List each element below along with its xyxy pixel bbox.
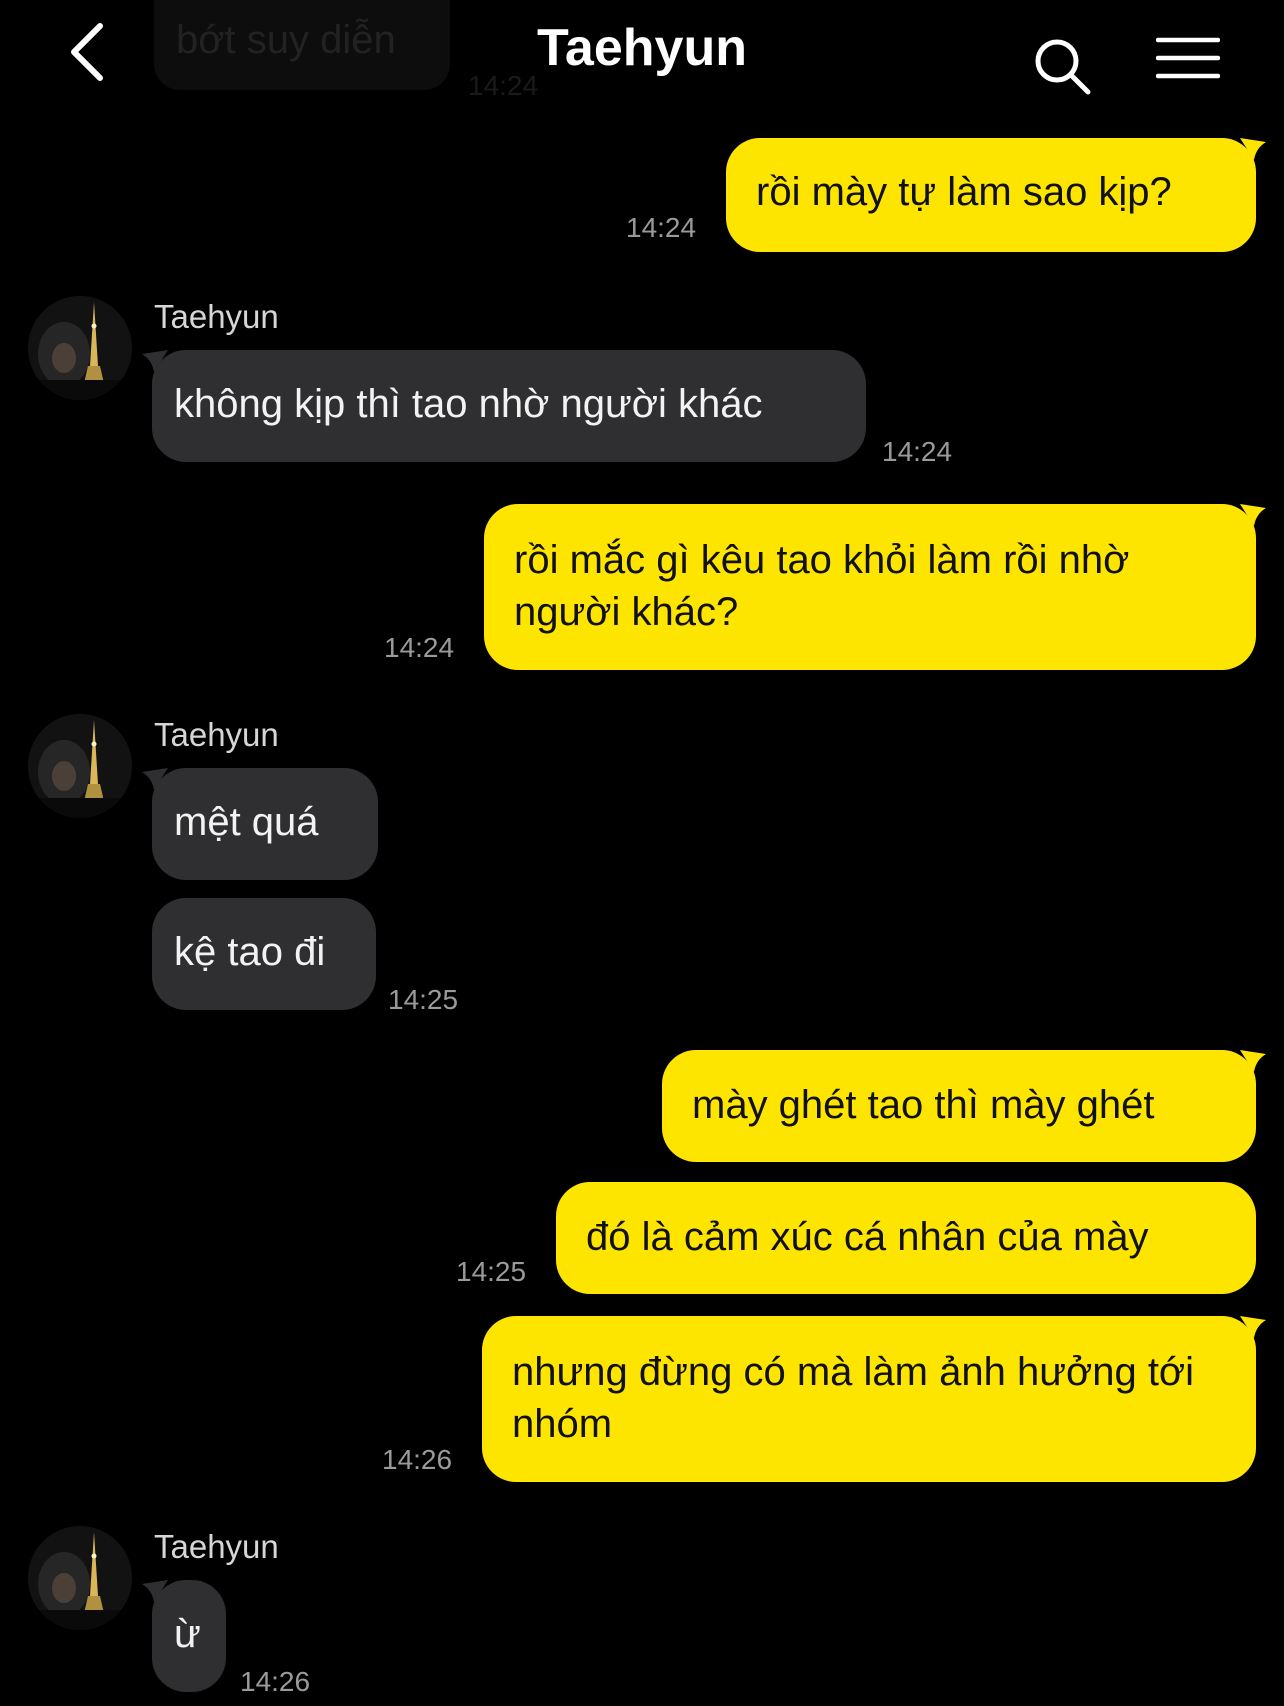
sender-name: Taehyun bbox=[154, 298, 279, 335]
bubble-tail bbox=[1240, 1316, 1266, 1338]
message-time: 14:26 bbox=[240, 1666, 311, 1697]
my-message-bubble[interactable]: đó là cảm xúc cá nhân của mày bbox=[556, 1182, 1256, 1294]
message-text: mày ghét tao thì mày ghét bbox=[692, 1083, 1155, 1127]
sender-name: Taehyun bbox=[154, 1528, 279, 1565]
message-time: 14:25 bbox=[456, 1256, 527, 1287]
my-message-bubble[interactable]: rồi mày tự làm sao kịp? bbox=[726, 138, 1256, 252]
search-icon bbox=[1035, 39, 1091, 95]
avatar-photo bbox=[28, 1526, 132, 1630]
message-time: 14:24 bbox=[626, 212, 697, 243]
bubble-tail bbox=[1240, 138, 1266, 160]
my-message-bubble[interactable]: mày ghét tao thì mày ghét bbox=[662, 1050, 1256, 1162]
avatar[interactable] bbox=[28, 714, 132, 818]
avatar-photo bbox=[28, 714, 132, 818]
avatar[interactable] bbox=[28, 296, 132, 400]
message-time: 14:24 bbox=[384, 632, 455, 663]
hamburger-menu-icon bbox=[1155, 37, 1221, 79]
sender-name: Taehyun bbox=[154, 716, 279, 753]
message-time: 14:24 bbox=[882, 436, 953, 467]
message-text: không kịp thì tao nhờ người khác bbox=[174, 382, 763, 426]
message-text: rồi mày tự làm sao kịp? bbox=[756, 170, 1172, 214]
search-button[interactable] bbox=[1032, 36, 1094, 98]
their-message-bubble[interactable]: mệt quá bbox=[152, 768, 378, 880]
my-message-bubble[interactable]: nhưng đừng có mà làm ảnh hưởng tới nhóm bbox=[482, 1316, 1256, 1482]
avatar-photo bbox=[28, 296, 132, 400]
message-text: rồi mắc gì kêu tao khỏi làm rồi nhờ ngườ… bbox=[514, 538, 1130, 634]
their-message-bubble[interactable]: không kịp thì tao nhờ người khác bbox=[152, 350, 866, 462]
message-text: nhưng đừng có mà làm ảnh hưởng tới nhóm bbox=[512, 1350, 1195, 1446]
menu-button[interactable] bbox=[1155, 36, 1221, 88]
my-message-bubble[interactable]: rồi mắc gì kêu tao khỏi làm rồi nhờ ngườ… bbox=[484, 504, 1256, 670]
message-text: mệt quá bbox=[174, 800, 319, 844]
their-message-bubble[interactable]: ừ bbox=[152, 1580, 226, 1692]
their-message-bubble[interactable]: kệ tao đi bbox=[152, 898, 376, 1010]
message-time: 14:25 bbox=[388, 984, 459, 1015]
message-text: kệ tao đi bbox=[174, 930, 326, 974]
message-text: ừ bbox=[174, 1612, 201, 1656]
bubble-tail bbox=[1240, 1050, 1266, 1072]
message-text: đó là cảm xúc cá nhân của mày bbox=[586, 1215, 1149, 1259]
bubble-tail bbox=[1240, 504, 1266, 526]
avatar[interactable] bbox=[28, 1526, 132, 1630]
message-time: 14:26 bbox=[382, 1444, 453, 1475]
